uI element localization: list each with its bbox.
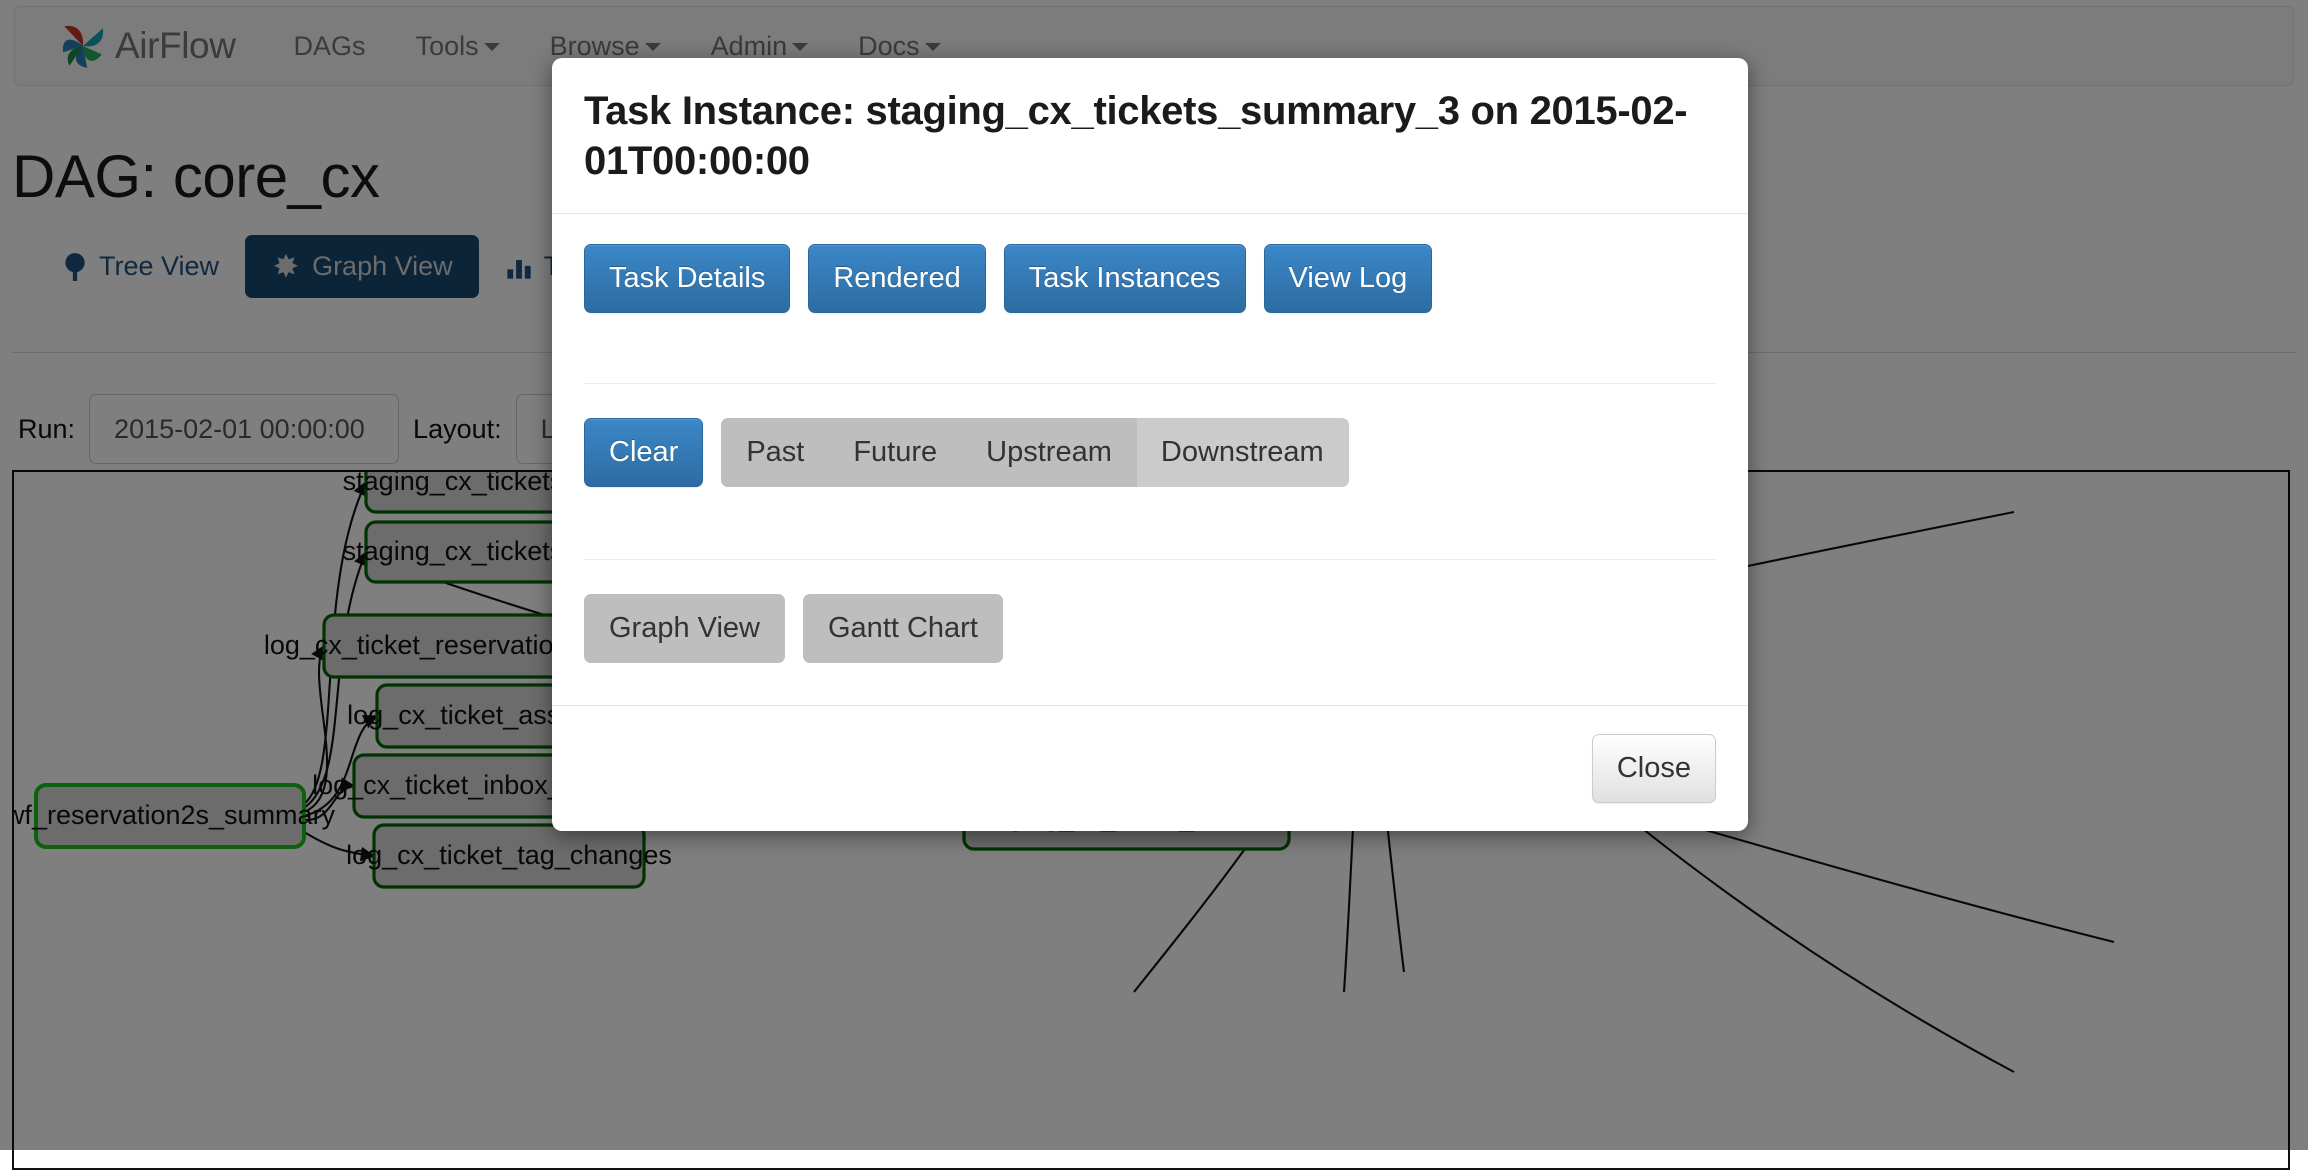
- gantt-chart-button[interactable]: Gantt Chart: [803, 594, 1003, 663]
- clear-button[interactable]: Clear: [584, 418, 703, 487]
- task-action-button-row: Task Details Rendered Task Instances Vie…: [584, 244, 1716, 347]
- clear-scope-past-toggle[interactable]: Past: [721, 418, 829, 487]
- task-details-button[interactable]: Task Details: [584, 244, 790, 313]
- graph-view-button[interactable]: Graph View: [584, 594, 785, 663]
- clear-action-row: Clear Past Future Upstream Downstream: [584, 384, 1716, 523]
- rendered-button[interactable]: Rendered: [808, 244, 985, 313]
- modal-body: Task Details Rendered Task Instances Vie…: [552, 214, 1748, 705]
- view-log-button[interactable]: View Log: [1264, 244, 1433, 313]
- task-instance-modal: Task Instance: staging_cx_tickets_summar…: [552, 58, 1748, 831]
- clear-scope-future-toggle[interactable]: Future: [829, 418, 962, 487]
- clear-scope-downstream-toggle[interactable]: Downstream: [1137, 418, 1349, 487]
- clear-scope-upstream-toggle[interactable]: Upstream: [962, 418, 1137, 487]
- modal-header: Task Instance: staging_cx_tickets_summar…: [552, 58, 1748, 214]
- close-button[interactable]: Close: [1592, 734, 1716, 803]
- modal-footer: Close: [552, 705, 1748, 831]
- clear-scope-toggle-group: Past Future Upstream Downstream: [721, 418, 1348, 487]
- task-instances-button[interactable]: Task Instances: [1004, 244, 1246, 313]
- view-shortcut-row: Graph View Gantt Chart: [584, 560, 1716, 699]
- modal-title: Task Instance: staging_cx_tickets_summar…: [584, 86, 1716, 187]
